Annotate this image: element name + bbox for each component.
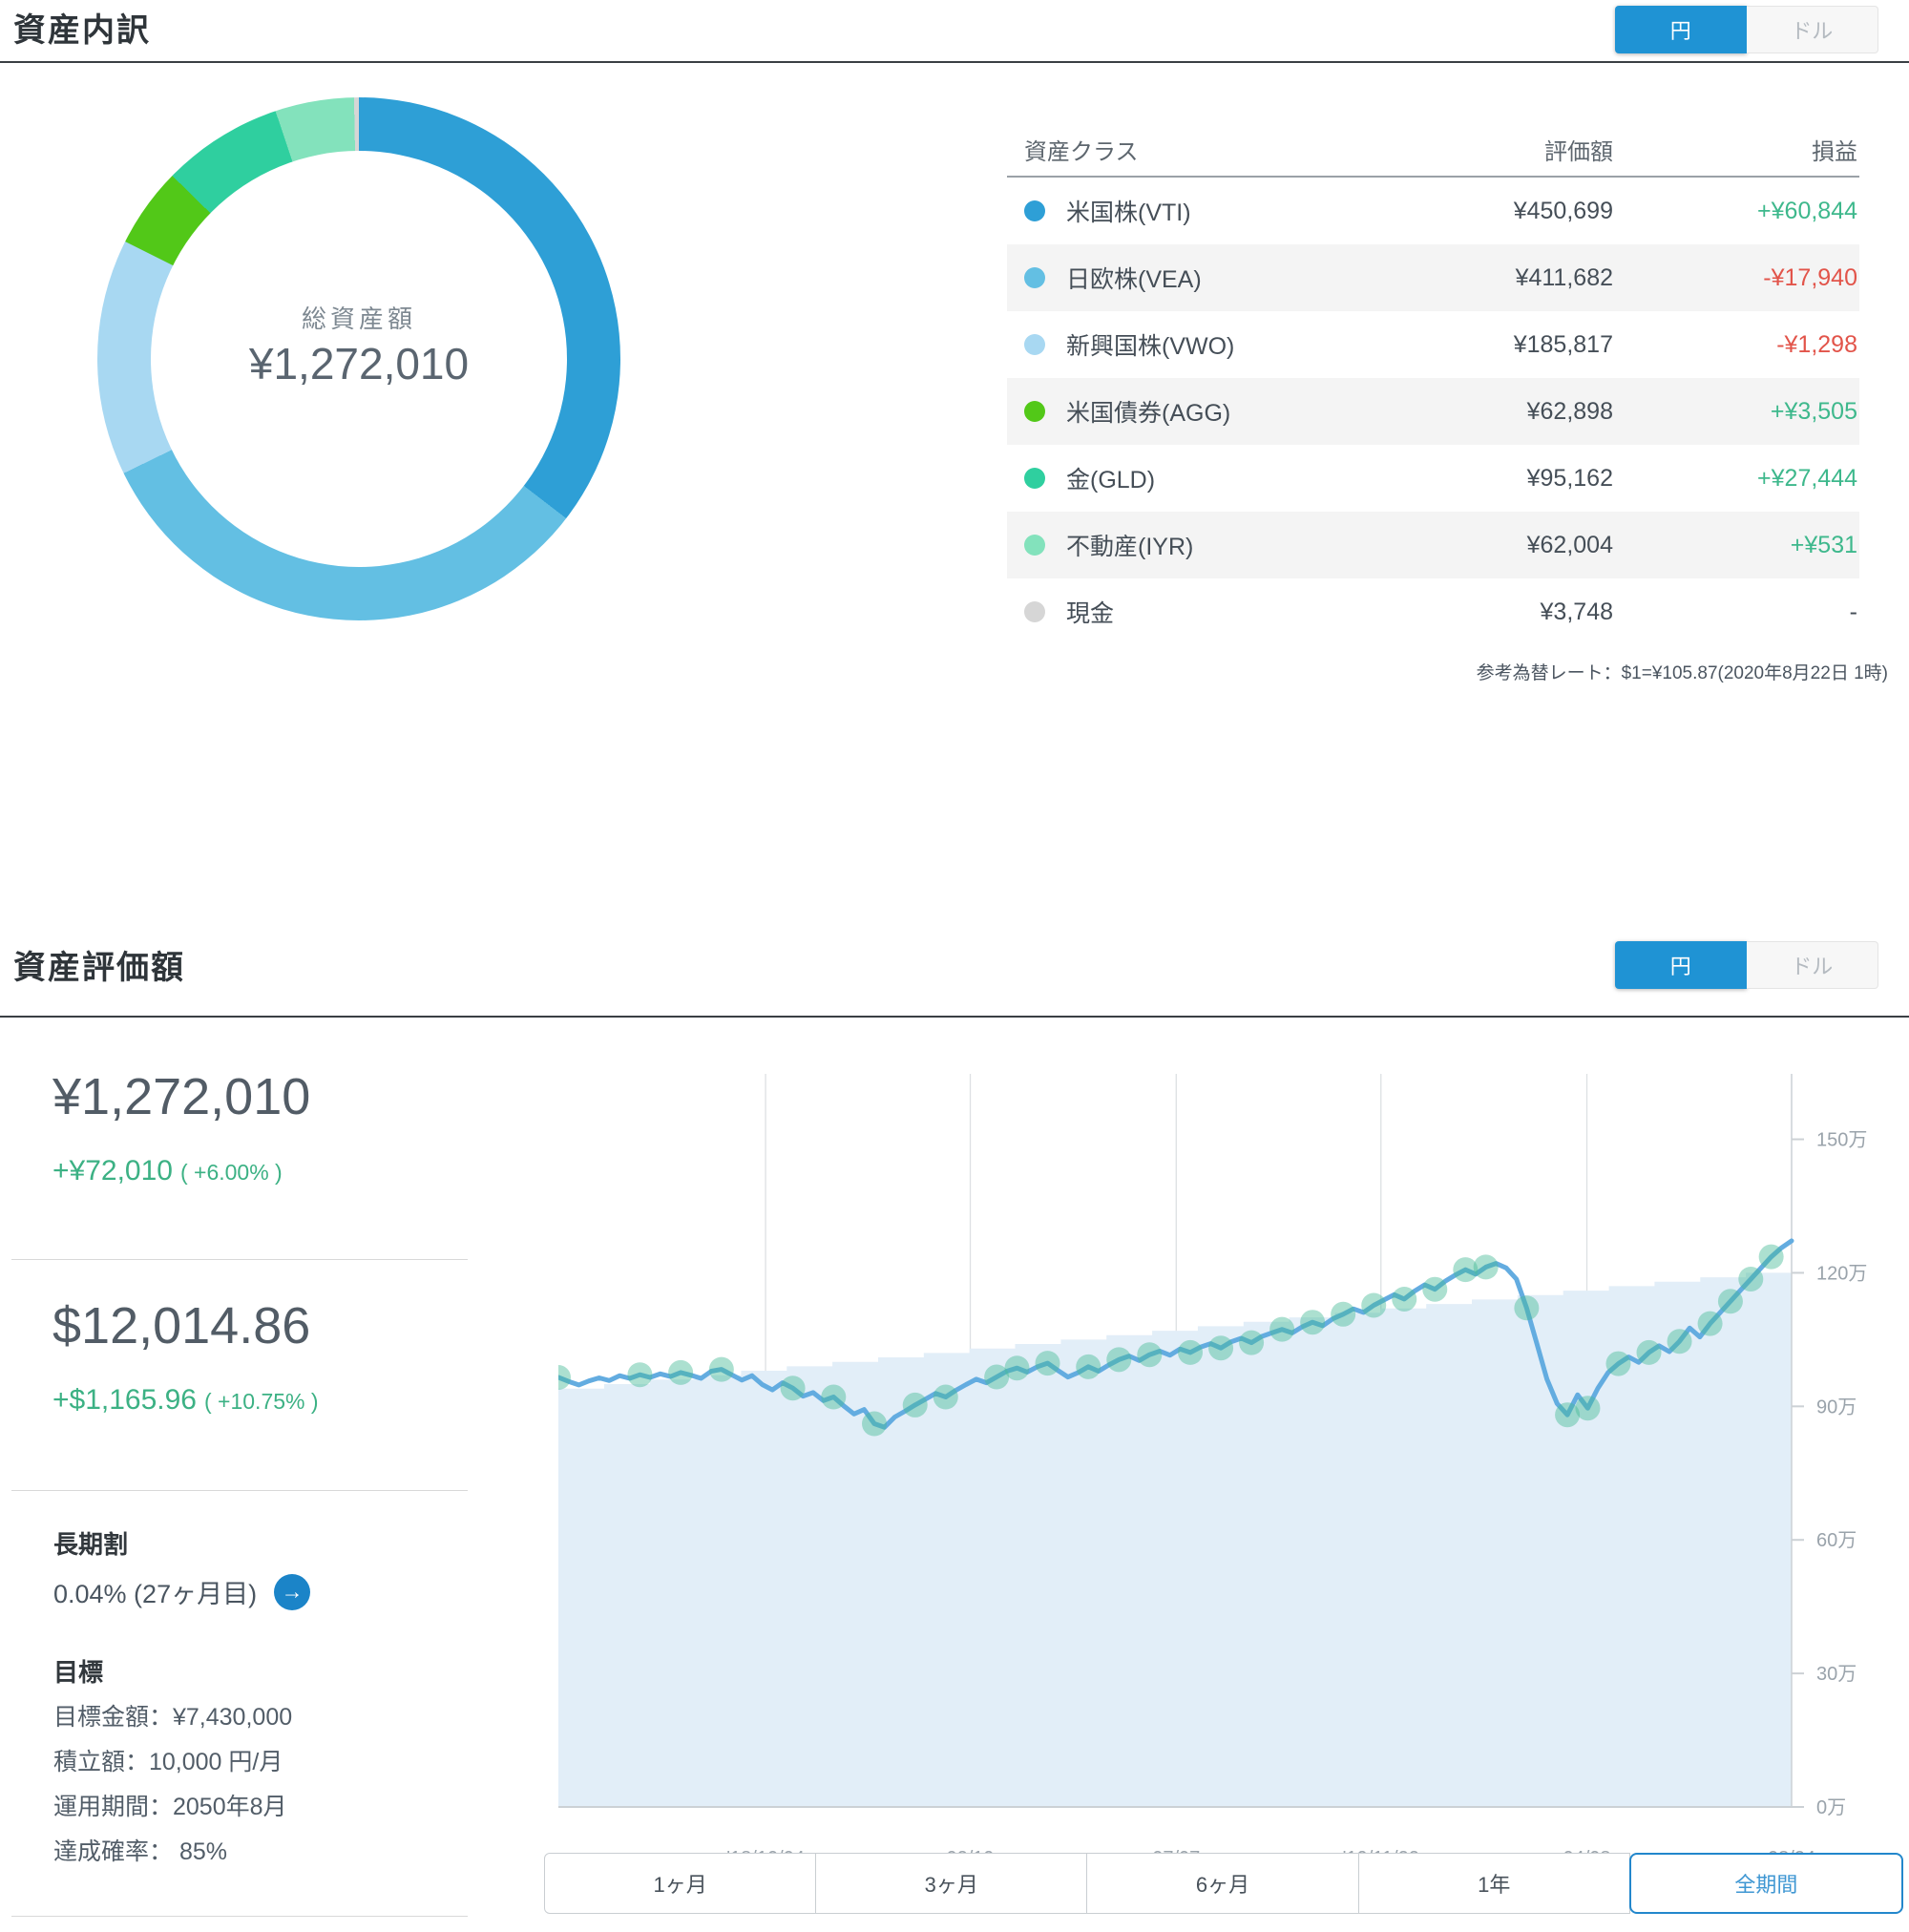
- donut-center-value: ¥1,272,010: [248, 339, 470, 388]
- asset-value-cell: ¥185,817: [1513, 330, 1613, 358]
- asset-label-cell: 米国株(VTI): [1007, 194, 1351, 228]
- asset-table-row: 米国株(VTI) ¥450,699 +¥60,844: [1007, 178, 1859, 244]
- range-button-2[interactable]: 6ヶ月: [1086, 1853, 1359, 1914]
- asset-label-cell: 米国債券(AGG): [1007, 394, 1351, 429]
- asset-pl-cell: +¥3,505: [1770, 397, 1857, 425]
- y-axis-label: 30万: [1816, 1664, 1857, 1685]
- asset-table-header: 資産クラス 評価額 損益: [1007, 122, 1859, 178]
- total-value-usd: $12,014.86: [52, 1297, 311, 1354]
- y-axis-label: 0万: [1816, 1797, 1846, 1818]
- currency-toggle-yen[interactable]: 円: [1615, 6, 1747, 53]
- asset-pl-cell: +¥531: [1790, 531, 1857, 558]
- longterm-discount-row: 0.04% (27ヶ月目) →: [53, 1573, 311, 1610]
- asset-pl-cell: -¥17,940: [1763, 263, 1857, 291]
- asset-class-table: 資産クラス 評価額 損益 米国株(VTI) ¥450,699 +¥60,844 日欧株…: [1007, 122, 1859, 645]
- breakdown-section-title: 資産内訳: [13, 12, 151, 49]
- asset-color-dot-icon: [1024, 468, 1045, 489]
- gain-usd: +$1,165.96( +10.75% ): [52, 1384, 319, 1417]
- header-valuation: 評価額: [1544, 138, 1613, 165]
- portfolio-dashboard: 資産内訳 円 ドル 総資産額 ¥1,272,010 資産クラス 評価額 損益 米…: [0, 0, 1909, 1932]
- gain-yen-amount: +¥72,010: [52, 1155, 173, 1186]
- range-button-4[interactable]: 全期間: [1628, 1853, 1904, 1914]
- section-divider: [0, 1016, 1909, 1018]
- longterm-discount-value: 0.04% (27ヶ月目): [53, 1580, 258, 1608]
- asset-table-row: 新興国株(VWO) ¥185,817 -¥1,298: [1007, 311, 1859, 378]
- asset-color-dot-icon: [1024, 200, 1045, 221]
- header-profit-loss: 損益: [1812, 138, 1857, 165]
- donut-center-label: 総資産額: [301, 304, 416, 333]
- goal-line: 目標金額：¥7,430,000: [53, 1704, 293, 1731]
- asset-table-row: 金(GLD) ¥95,162 +¥27,444: [1007, 445, 1859, 512]
- gain-yen-percent: ( +6.00% ): [179, 1160, 283, 1185]
- total-value-yen: ¥1,272,010: [52, 1068, 311, 1125]
- goal-line: 積立額：10,000 円/月: [53, 1749, 283, 1775]
- asset-label-cell: 金(GLD): [1007, 461, 1351, 495]
- range-button-0[interactable]: 1ヶ月: [544, 1853, 817, 1914]
- left-divider: [11, 1259, 468, 1260]
- longterm-detail-arrow-icon[interactable]: →: [274, 1573, 311, 1610]
- goal-line: 達成確率： 85%: [53, 1838, 227, 1865]
- asset-allocation-donut-chart: 総資産額 ¥1,272,010: [97, 97, 620, 620]
- goal-line: 運用期間：2050年8月: [53, 1794, 287, 1820]
- asset-label-cell: 現金: [1007, 595, 1351, 629]
- asset-value-cell: ¥3,748: [1540, 598, 1613, 625]
- asset-value-cell: ¥450,699: [1513, 197, 1613, 224]
- y-axis-label: 60万: [1816, 1530, 1857, 1551]
- valuation-history-chart[interactable]: 150万120万90万60万30万0万'18/10/0402/1907/07'1…: [558, 1074, 1909, 1885]
- currency-toggle-top: 円 ドル: [1615, 6, 1878, 53]
- asset-label: 現金: [1066, 600, 1115, 627]
- gain-usd-percent: ( +10.75% ): [203, 1389, 319, 1414]
- asset-value-cell: ¥95,162: [1526, 464, 1613, 492]
- asset-label-cell: 日欧株(VEA): [1007, 261, 1351, 295]
- asset-value-cell: ¥411,682: [1515, 263, 1613, 291]
- asset-table-row: 現金 ¥3,748 -: [1007, 578, 1859, 645]
- gain-usd-amount: +$1,165.96: [52, 1384, 197, 1416]
- y-axis-label: 150万: [1816, 1130, 1867, 1151]
- asset-pl-cell: +¥60,844: [1757, 197, 1857, 224]
- fx-rate-note: 参考為替レート：$1=¥105.87(2020年8月22日 1時): [1476, 663, 1888, 683]
- asset-pl-cell: +¥27,444: [1757, 464, 1857, 492]
- asset-label: 新興国株(VWO): [1066, 333, 1235, 360]
- asset-label-cell: 不動産(IYR): [1007, 528, 1351, 562]
- asset-color-dot-icon: [1024, 601, 1045, 622]
- range-button-3[interactable]: 1年: [1357, 1853, 1630, 1914]
- asset-label: 日欧株(VEA): [1066, 266, 1202, 293]
- valuation-section-title: 資産評価額: [13, 950, 185, 986]
- asset-label: 金(GLD): [1066, 467, 1156, 494]
- asset-label: 不動産(IYR): [1066, 534, 1194, 560]
- asset-color-dot-icon: [1024, 267, 1045, 288]
- asset-table-row: 米国債券(AGG) ¥62,898 +¥3,505: [1007, 378, 1859, 445]
- asset-color-dot-icon: [1024, 334, 1045, 355]
- asset-label-cell: 新興国株(VWO): [1007, 327, 1351, 362]
- asset-label: 米国債券(AGG): [1066, 400, 1231, 427]
- currency-toggle-dollar[interactable]: ドル: [1746, 6, 1878, 53]
- left-divider: [11, 1490, 468, 1491]
- asset-color-dot-icon: [1024, 535, 1045, 556]
- asset-table-body: 米国株(VTI) ¥450,699 +¥60,844 日欧株(VEA) ¥411,682…: [1007, 178, 1859, 645]
- longterm-discount-title: 長期割: [53, 1530, 129, 1559]
- left-divider: [11, 1916, 468, 1917]
- time-range-selector: 1ヶ月 3ヶ月 6ヶ月 1年 全期間: [544, 1853, 1904, 1914]
- y-axis-label: 120万: [1816, 1263, 1867, 1284]
- range-button-1[interactable]: 3ヶ月: [815, 1853, 1088, 1914]
- asset-color-dot-icon: [1024, 401, 1045, 422]
- goal-details: 目標金額：¥7,430,000 積立額：10,000 円/月 運用期間：2050年8…: [53, 1695, 292, 1875]
- asset-table-row: 日欧株(VEA) ¥411,682 -¥17,940: [1007, 244, 1859, 311]
- currency-toggle-chart: 円 ドル: [1615, 941, 1878, 989]
- asset-value-cell: ¥62,898: [1526, 397, 1613, 425]
- header-asset-class: 資産クラス: [1024, 138, 1139, 165]
- asset-value-cell: ¥62,004: [1526, 531, 1613, 558]
- currency-toggle-yen[interactable]: 円: [1615, 941, 1747, 989]
- asset-label: 米国株(VTI): [1066, 200, 1191, 226]
- asset-pl-cell: -¥1,298: [1776, 330, 1857, 358]
- gain-yen: +¥72,010( +6.00% ): [52, 1155, 283, 1187]
- asset-table-row: 不動産(IYR) ¥62,004 +¥531: [1007, 512, 1859, 578]
- section-divider: [0, 61, 1909, 63]
- currency-toggle-dollar[interactable]: ドル: [1746, 941, 1878, 989]
- y-axis-label: 90万: [1816, 1396, 1857, 1418]
- goal-title: 目標: [53, 1658, 104, 1687]
- asset-pl-cell: -: [1849, 598, 1857, 625]
